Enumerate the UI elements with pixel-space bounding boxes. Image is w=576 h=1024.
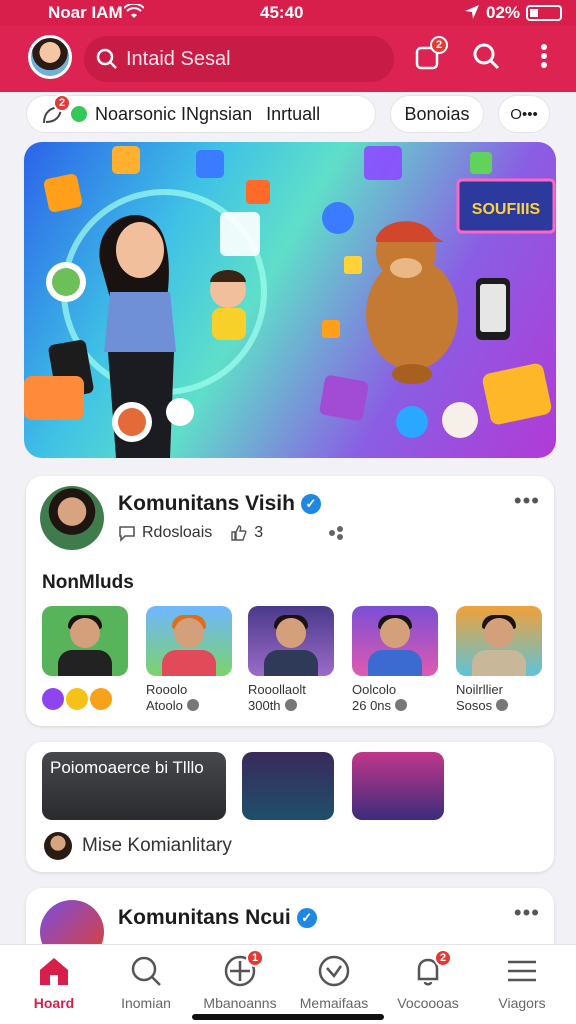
- chip-more[interactable]: O•••: [498, 95, 550, 133]
- chip-badge: 2: [53, 94, 71, 112]
- more-vertical-icon: [540, 43, 548, 74]
- bottom-navigation: Hoard Inomian 1 Mbanoanns Memaifaas 2 Vo…: [0, 944, 576, 1024]
- video-thumb-4[interactable]: [352, 606, 438, 676]
- search-bar[interactable]: [84, 36, 394, 82]
- nav-explore-label: Inomian: [121, 995, 171, 1011]
- community-card[interactable]: Komunitans Visih ✓ ••• Rdosloais 3 NonMlu…: [26, 476, 554, 726]
- search-button[interactable]: [466, 38, 506, 78]
- nav-communities-badge: 1: [246, 949, 264, 967]
- more-options-button-2[interactable]: •••: [514, 900, 540, 926]
- nav-notifications[interactable]: 2 Vocoooas: [380, 949, 476, 1011]
- more-options-button[interactable]: •••: [514, 488, 540, 514]
- status-bar: Noar IAM 45:40 02%: [0, 0, 576, 26]
- battery-icon: [526, 5, 562, 21]
- menu-icon: [504, 953, 540, 989]
- search-icon: [128, 953, 164, 989]
- chip-second[interactable]: Bonoias: [390, 95, 484, 133]
- nav-communities[interactable]: 1 Mbanoanns: [192, 949, 288, 1011]
- community-2-title-text: Komunitans Ncui: [118, 906, 291, 929]
- app-header: 2: [0, 26, 576, 92]
- nav-menu[interactable]: Viagors: [474, 953, 570, 1011]
- group-video-thumb[interactable]: Poiomoaerce bi Tlllo: [42, 752, 226, 820]
- hero-illustration: SOUFIIIS: [24, 146, 556, 458]
- people-icon: 1: [222, 949, 264, 989]
- search-input[interactable]: [126, 36, 376, 82]
- location-arrow-icon: [464, 4, 480, 25]
- video-thumb-7[interactable]: [352, 752, 444, 820]
- online-dot: [71, 106, 87, 122]
- carrier-label: Noar IAM: [48, 3, 123, 22]
- heart-circle-icon: [316, 953, 352, 989]
- clock: 45:40: [260, 3, 304, 22]
- video-thumb-5[interactable]: [456, 606, 542, 676]
- section-title: NonMluds: [42, 572, 134, 593]
- chip-second-label: Bonoias: [404, 103, 470, 124]
- chip-more-label: O•••: [510, 105, 538, 123]
- nav-favorites-label: Memaifaas: [299, 995, 369, 1011]
- bell-icon: 2: [410, 949, 452, 989]
- verified-icon: ✓: [300, 494, 321, 514]
- community-avatar[interactable]: [40, 486, 104, 550]
- home-indicator: [192, 1014, 384, 1020]
- video-thumb-3[interactable]: [248, 606, 334, 676]
- notifications-button[interactable]: 2: [408, 36, 448, 78]
- video-caption-5: Noilrllier Sosos: [456, 682, 509, 714]
- community-meta: Rdosloais 3: [118, 524, 351, 542]
- like-icon: [230, 524, 248, 542]
- leaf-icon: 2: [41, 94, 71, 126]
- video-caption-3: Rooollaolt 300th: [248, 682, 306, 713]
- home-icon: [36, 953, 72, 989]
- community-meta-1: Rdosloais: [142, 524, 213, 541]
- chip-main-label-2: Inrtuall: [266, 103, 321, 124]
- search-icon: [96, 48, 118, 70]
- nav-menu-label: Viagors: [498, 995, 546, 1011]
- video-thumb-2[interactable]: [146, 606, 232, 676]
- community-card-2[interactable]: Komunitans Ncui ✓ •••: [26, 888, 554, 964]
- videos-card: Poiomoaerce bi Tlllo Mise Komianlitary: [26, 742, 554, 872]
- reaction-icons: [42, 688, 114, 710]
- member-label[interactable]: Mise Komianlitary: [82, 835, 232, 857]
- chip-main[interactable]: 2 Noarsonic INgnsian Inrtuall: [26, 94, 376, 133]
- search-icon: [472, 42, 500, 75]
- community-meta-2: 3: [254, 524, 264, 541]
- video-caption-4: Oolcolo 26 0ns: [352, 682, 408, 714]
- member-avatar[interactable]: [44, 832, 72, 860]
- video-thumb-6[interactable]: [242, 752, 334, 820]
- nav-communities-label: Mbanoanns: [203, 995, 277, 1011]
- smile-icon: [90, 688, 112, 710]
- nav-home[interactable]: Hoard: [6, 953, 102, 1011]
- sign-text: SOUFIIIS: [472, 201, 541, 218]
- chip-main-label: Noarsonic INgnsian: [95, 103, 253, 124]
- profile-avatar[interactable]: [28, 35, 72, 79]
- community-2-title[interactable]: Komunitans Ncui ✓: [118, 906, 317, 930]
- nav-explore[interactable]: Inomian: [98, 953, 194, 1011]
- verified-icon: ✓: [296, 908, 317, 928]
- heart-icon: [42, 688, 64, 710]
- nav-favorites[interactable]: Memaifaas: [286, 953, 382, 1011]
- nav-home-label: Hoard: [33, 995, 75, 1011]
- community-title[interactable]: Komunitans Visih ✓: [118, 492, 321, 516]
- more-menu-button[interactable]: [524, 38, 564, 78]
- nav-notifications-label: Vocoooas: [397, 995, 459, 1011]
- battery-percentage: 02%: [486, 3, 521, 22]
- group-video-title: Poiomoaerce bi Tlllo: [50, 758, 204, 777]
- community-title-text: Komunitans Visih: [118, 492, 295, 515]
- notification-badge: 2: [430, 36, 448, 54]
- video-thumb-1[interactable]: [42, 606, 128, 676]
- chat-bubble-icon: [118, 524, 136, 542]
- hero-banner[interactable]: SOUFIIIS: [24, 142, 556, 458]
- nav-notifications-badge: 2: [434, 949, 452, 967]
- filter-chips: 2 Noarsonic INgnsian Inrtuall Bonoias O•…: [0, 92, 576, 140]
- wifi-icon: [123, 2, 145, 25]
- share-icon[interactable]: [327, 524, 345, 542]
- clover-icon: [66, 688, 88, 710]
- video-caption-2: Rooolo Atoolo: [146, 682, 199, 714]
